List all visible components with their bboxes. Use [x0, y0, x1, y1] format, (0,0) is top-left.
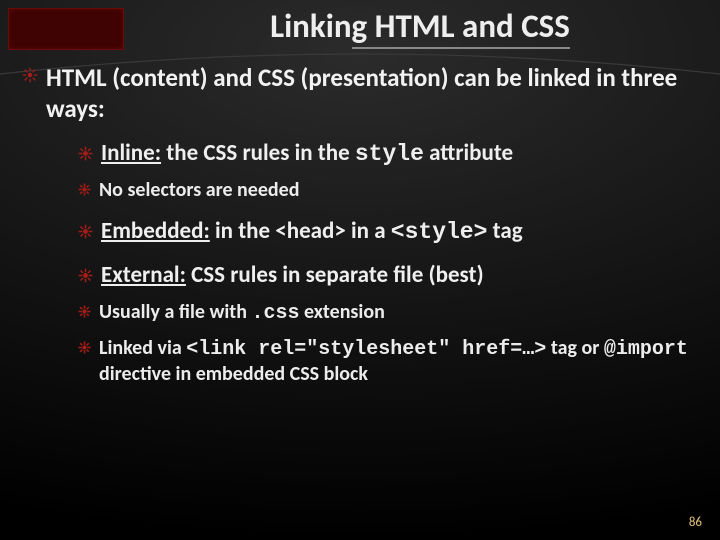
bullet-embedded-text: Embedded: in the <head> in a <style> tag — [101, 217, 523, 247]
t: CSS rules in separate file (best) — [186, 261, 484, 289]
bullet-inline-text: Inline: the CSS rules in the style attri… — [101, 139, 513, 169]
burst-icon — [78, 305, 91, 318]
code-css-ext: .css — [251, 302, 299, 325]
bullet-top-text: HTML (content) and CSS (presentation) ca… — [46, 62, 698, 125]
bullet-inline-sub-text: No selectors are needed — [99, 178, 299, 203]
bullet-inline: Inline: the CSS rules in the style attri… — [50, 139, 698, 169]
title-prefix: Linkin — [270, 6, 351, 46]
t: tag — [487, 217, 522, 245]
t: Linked via — [99, 336, 186, 360]
burst-icon — [78, 224, 93, 239]
t: extension — [299, 300, 384, 324]
burst-icon — [78, 146, 93, 161]
label-embedded: Embedded: — [101, 217, 210, 245]
bullet-embedded: Embedded: in the <head> in a <style> tag — [50, 217, 698, 247]
content-area: HTML (content) and CSS (presentation) ca… — [22, 62, 698, 397]
word-html: HTML — [46, 62, 107, 93]
code-import: @import — [604, 338, 688, 361]
t: the CSS rules in the — [161, 139, 355, 167]
bullet-external-sub2: Linked via <link rel="stylesheet" href=…… — [78, 336, 698, 387]
burst-icon — [78, 183, 91, 196]
slide-title: Linking HTML and CSS — [0, 6, 720, 46]
label-external: External: — [101, 261, 186, 289]
bullet-external-sub1: Usually a file with .css extension — [78, 300, 698, 326]
bullet-inline-sub: No selectors are needed — [78, 178, 698, 203]
t: tag or — [546, 336, 604, 360]
t: directive in embedded CSS block — [99, 362, 368, 386]
t: in the <head> in a — [210, 217, 391, 245]
code-link-tag: <link rel="stylesheet" href=…> — [186, 338, 546, 361]
bullet-top-rest: (content) and CSS (presentation) can be … — [46, 62, 677, 124]
label-inline: Inline: — [101, 139, 161, 167]
page-number: 86 — [689, 515, 702, 530]
burst-icon — [78, 268, 93, 283]
code-style: style — [355, 141, 424, 167]
burst-icon — [22, 67, 38, 83]
bullet-external-sub1-text: Usually a file with .css extension — [99, 300, 385, 326]
t: attribute — [424, 139, 513, 167]
bullet-external: External: CSS rules in separate file (be… — [50, 261, 698, 290]
bullet-external-sub2-text: Linked via <link rel="stylesheet" href=…… — [99, 336, 698, 387]
code-style-tag: <style> — [391, 219, 488, 245]
bullet-top: HTML (content) and CSS (presentation) ca… — [22, 62, 698, 125]
title-underlined: g HTML and CSS — [352, 6, 570, 49]
burst-icon — [78, 341, 91, 354]
slide: Linking HTML and CSS HTML (content) and … — [0, 0, 720, 540]
bullet-external-text: External: CSS rules in separate file (be… — [101, 261, 484, 290]
t: Usually a file with — [99, 300, 251, 324]
